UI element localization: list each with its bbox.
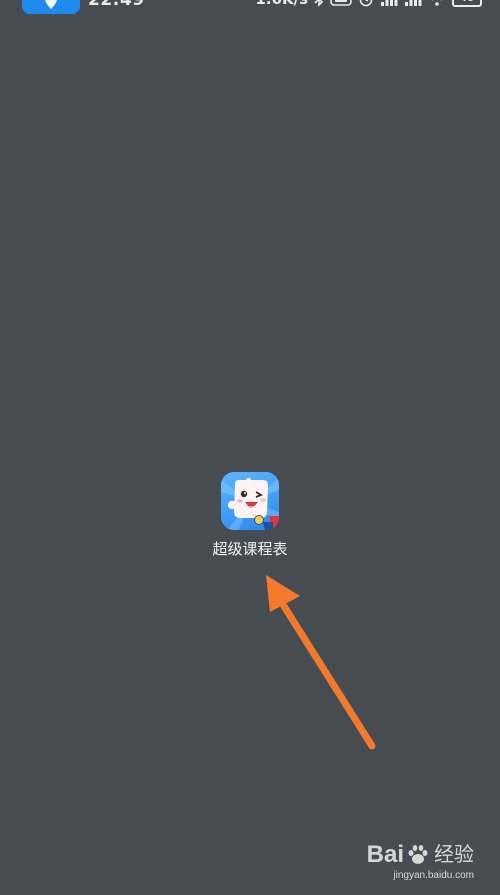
signal-icon [381,0,398,6]
status-right-group: 1.6K/s [255,0,482,8]
super-course-schedule-app-icon[interactable] [221,472,279,530]
bluetooth-icon [314,0,324,7]
alarm-icon [359,0,373,7]
location-icon [45,0,57,9]
battery-icon: 46 [452,0,482,7]
location-pill[interactable] [22,0,80,14]
mascot-icon [221,477,279,530]
signal-icon-2 [405,0,422,6]
status-time: 22:49 [88,0,145,10]
network-speed: 1.6K/s [255,0,308,8]
baidu-jingyan-watermark: Bai 经验 jingyan.baidu.com [366,841,474,882]
app-super-course-schedule[interactable]: 超级课程表 [200,472,300,559]
paw-icon [408,845,428,864]
watermark-url: jingyan.baidu.com [393,870,474,881]
orange-arrow-annotation [266,575,376,750]
battery-level: 46 [460,0,474,4]
home-screen: 22:49 1.6K/s [0,0,500,895]
wifi-icon [432,0,442,6]
status-bar: 22:49 1.6K/s [0,0,500,14]
app-label: 超级课程表 [212,540,288,558]
baidu-logo: Bai 经验 [366,841,474,868]
hd-icon [330,0,352,6]
